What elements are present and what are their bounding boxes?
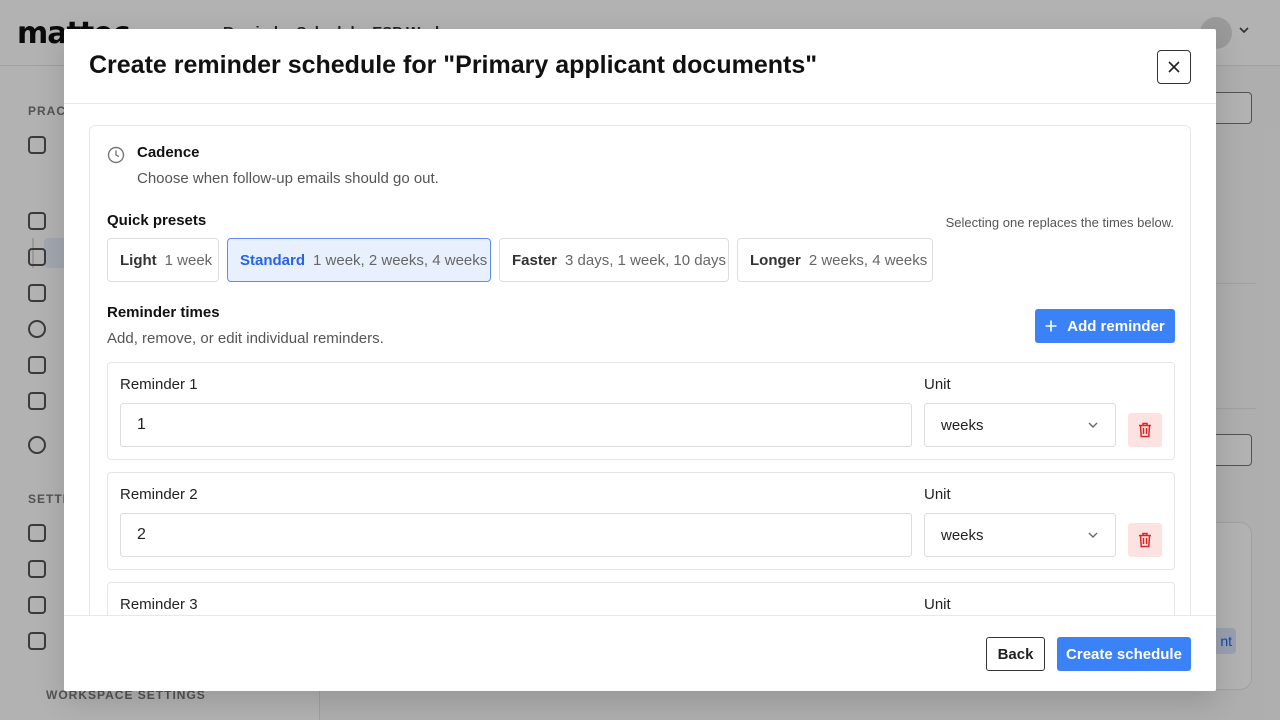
preset-name: Faster xyxy=(512,251,558,269)
trash-icon xyxy=(1139,532,1151,548)
create-schedule-button[interactable]: Create schedule xyxy=(1057,637,1191,671)
reminder-row: Reminder 3 Unit 4 weeks xyxy=(107,582,1175,615)
plus-icon xyxy=(1045,320,1057,332)
unit-value: weeks xyxy=(941,526,984,544)
preset-name: Standard xyxy=(240,251,306,269)
preset-faster[interactable]: Faster 3 days, 1 week, 10 days xyxy=(499,238,729,282)
chevron-down-icon xyxy=(1088,532,1098,538)
preset-name: Longer xyxy=(750,251,801,269)
unit-label: Unit xyxy=(924,596,951,613)
cadence-card: Cadence Choose when follow-up emails sho… xyxy=(89,125,1191,615)
preset-desc: 1 week, 2 weeks, 4 weeks xyxy=(313,251,488,269)
reminder-value-input[interactable]: 1 xyxy=(120,403,912,447)
unit-label: Unit xyxy=(924,376,951,393)
create-schedule-modal: Create reminder schedule for "Primary ap… xyxy=(64,29,1216,691)
chevron-down-icon xyxy=(1088,422,1098,428)
reminder-times-description: Add, remove, or edit individual reminder… xyxy=(107,330,384,347)
preset-longer[interactable]: Longer 2 weeks, 4 weeks xyxy=(737,238,933,282)
reminder-label: Reminder 1 xyxy=(120,376,198,393)
add-reminder-button[interactable]: Add reminder xyxy=(1035,309,1175,343)
preset-light[interactable]: Light 1 week xyxy=(107,238,219,282)
back-button[interactable]: Back xyxy=(986,637,1045,671)
preset-standard[interactable]: Standard 1 week, 2 weeks, 4 weeks xyxy=(227,238,491,282)
close-button[interactable] xyxy=(1157,50,1191,84)
unit-select[interactable]: weeks xyxy=(924,513,1116,557)
modal-title: Create reminder schedule for "Primary ap… xyxy=(89,51,818,79)
modal-body[interactable]: Cadence Choose when follow-up emails sho… xyxy=(64,105,1216,615)
presets-title: Quick presets xyxy=(107,212,207,229)
reminder-row: Reminder 2 Unit 2 weeks xyxy=(107,472,1175,570)
clock-icon xyxy=(107,146,125,164)
presets-hint: Selecting one replaces the times below. xyxy=(945,215,1174,230)
reminder-value-input[interactable]: 2 xyxy=(120,513,912,557)
modal-header: Create reminder schedule for "Primary ap… xyxy=(64,29,1216,104)
reminder-row: Reminder 1 Unit 1 weeks xyxy=(107,362,1175,460)
close-icon xyxy=(1168,61,1180,73)
reminder-label: Reminder 2 xyxy=(120,486,198,503)
preset-name: Light xyxy=(120,251,157,269)
add-reminder-label: Add reminder xyxy=(1067,317,1165,335)
delete-reminder-button[interactable] xyxy=(1128,413,1162,447)
preset-desc: 2 weeks, 4 weeks xyxy=(808,251,928,269)
modal-footer: Back Create schedule xyxy=(64,615,1216,691)
reminder-label: Reminder 3 xyxy=(120,596,198,613)
preset-desc: 3 days, 1 week, 10 days xyxy=(565,251,726,269)
trash-icon xyxy=(1139,422,1151,438)
preset-desc: 1 week xyxy=(164,251,213,269)
cadence-description: Choose when follow-up emails should go o… xyxy=(137,170,439,187)
unit-label: Unit xyxy=(924,486,951,503)
unit-value: weeks xyxy=(941,416,984,434)
unit-select[interactable]: weeks xyxy=(924,403,1116,447)
reminder-times-title: Reminder times xyxy=(107,304,220,321)
cadence-title: Cadence xyxy=(137,144,200,161)
delete-reminder-button[interactable] xyxy=(1128,523,1162,557)
